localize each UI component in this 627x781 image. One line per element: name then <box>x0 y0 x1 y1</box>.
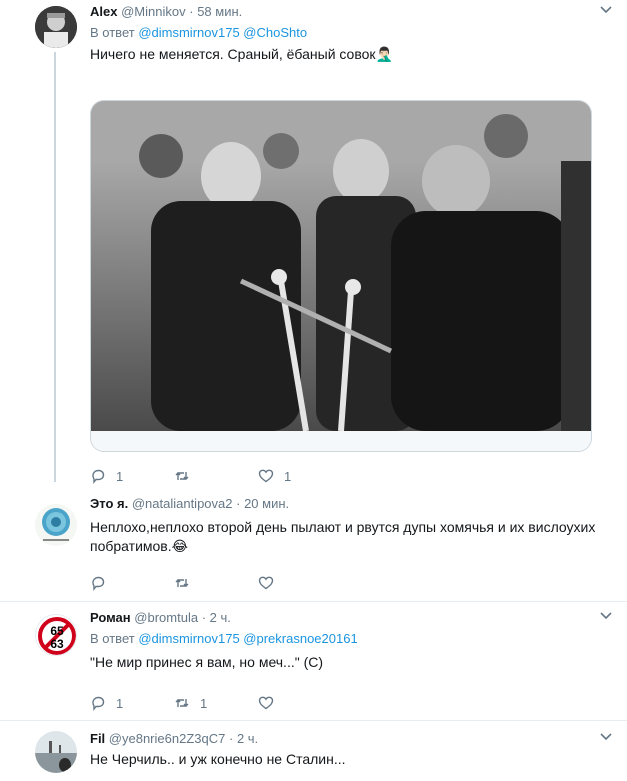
tweet-header: Alex @Minnikov · 58 мин. <box>90 4 613 20</box>
avatar[interactable]: 65 63 <box>35 614 77 656</box>
avatar[interactable] <box>35 731 77 773</box>
reply-context: В ответ @dimsmirnov175 @prekrasnoe20161 <box>90 631 613 647</box>
tweet-actions: 1 1 <box>90 467 342 485</box>
tweet-fil[interactable]: Fil @ye8nrie6n2Z3qC7 · 2 ч. Не Черчиль..… <box>0 721 627 781</box>
reply-user-link[interactable]: @prekrasnoe20161 <box>243 631 357 646</box>
reply-user-link[interactable]: @dimsmirnov175 <box>138 25 239 40</box>
chevron-down-icon[interactable] <box>599 610 613 622</box>
tweet-photo[interactable] <box>90 100 592 452</box>
retweet-icon <box>175 472 189 480</box>
timestamp[interactable]: 20 мин. <box>244 496 289 511</box>
separator-dot: · <box>236 496 241 511</box>
tweet-eto-ya[interactable]: Это я. @nataliantipova2 · 20 мин. Неплох… <box>0 490 627 598</box>
like-button[interactable] <box>258 695 342 711</box>
reply-prefix: В ответ <box>90 631 135 646</box>
separator-dot: · <box>189 4 194 19</box>
timestamp[interactable]: 2 ч. <box>210 610 231 625</box>
tweet-header: Это я. @nataliantipova2 · 20 мин. <box>90 496 613 512</box>
retweet-button[interactable] <box>174 575 258 591</box>
reply-context: В ответ @dimsmirnov175 @ChoShto <box>90 25 613 41</box>
reply-button[interactable] <box>90 575 174 591</box>
tweet-text: Не Черчиль.. и уж конечно не Сталин... <box>90 751 346 767</box>
retweet-icon <box>175 699 189 707</box>
user-handle[interactable]: @nataliantipova2 <box>132 496 233 511</box>
reply-user-link[interactable]: @dimsmirnov175 <box>138 631 239 646</box>
user-name[interactable]: Это я. <box>90 496 128 511</box>
tweet-header: Fil @ye8nrie6n2Z3qC7 · 2 ч. <box>90 731 613 747</box>
reply-count: 1 <box>116 695 124 711</box>
reply-user-link[interactable]: @ChoShto <box>243 25 307 40</box>
timestamp[interactable]: 58 мин. <box>197 4 242 19</box>
tweet-text: Ничего не меняется. Сраный, ёбаный совок… <box>90 46 393 62</box>
heart-icon <box>258 576 274 590</box>
tweet-actions <box>90 574 342 592</box>
reply-count: 1 <box>116 468 124 484</box>
like-button[interactable] <box>258 575 342 591</box>
tweet-text: Неплохо,неплохо второй день пылают и рву… <box>90 519 596 554</box>
tweet-roman[interactable]: 65 63 Роман @bromtula · 2 ч. В ответ @di… <box>0 602 627 714</box>
reply-icon <box>92 576 105 591</box>
retweet-icon <box>175 579 189 587</box>
like-button[interactable]: 1 <box>258 468 342 484</box>
user-name[interactable]: Fil <box>90 731 105 746</box>
reply-button[interactable]: 1 <box>90 468 174 484</box>
reply-button[interactable]: 1 <box>90 695 174 711</box>
user-name[interactable]: Роман <box>90 610 131 625</box>
heart-icon <box>258 469 274 483</box>
photo-image <box>91 101 591 451</box>
user-handle[interactable]: @ye8nrie6n2Z3qC7 <box>109 731 226 746</box>
reply-prefix: В ответ <box>90 25 135 40</box>
tweet-alex[interactable]: Alex @Minnikov · 58 мин. В ответ @dimsmi… <box>0 0 627 490</box>
retweet-count: 1 <box>200 695 208 711</box>
avatar[interactable] <box>35 504 77 546</box>
user-handle[interactable]: @Minnikov <box>121 4 186 19</box>
tweet-header: Роман @bromtula · 2 ч. <box>90 610 613 626</box>
timestamp[interactable]: 2 ч. <box>237 731 258 746</box>
heart-icon <box>258 696 274 710</box>
retweet-button[interactable] <box>174 468 258 484</box>
reply-icon <box>92 696 105 711</box>
avatar-text-bottom: 63 <box>50 637 64 651</box>
user-handle[interactable]: @bromtula <box>134 610 198 625</box>
like-count: 1 <box>284 468 292 484</box>
chevron-down-icon[interactable] <box>599 4 613 16</box>
avatar[interactable] <box>35 6 77 48</box>
user-name[interactable]: Alex <box>90 4 117 19</box>
separator-dot: · <box>201 610 207 625</box>
tweet-text: "Не мир принес я вам, но меч..." (С) <box>90 654 324 670</box>
separator-dot: · <box>228 731 234 746</box>
avatar-text-top: 65 <box>50 624 64 638</box>
retweet-button[interactable]: 1 <box>174 695 258 711</box>
tweet-actions: 1 1 <box>90 694 342 712</box>
reply-icon <box>92 469 105 484</box>
chevron-down-icon[interactable] <box>599 731 613 743</box>
